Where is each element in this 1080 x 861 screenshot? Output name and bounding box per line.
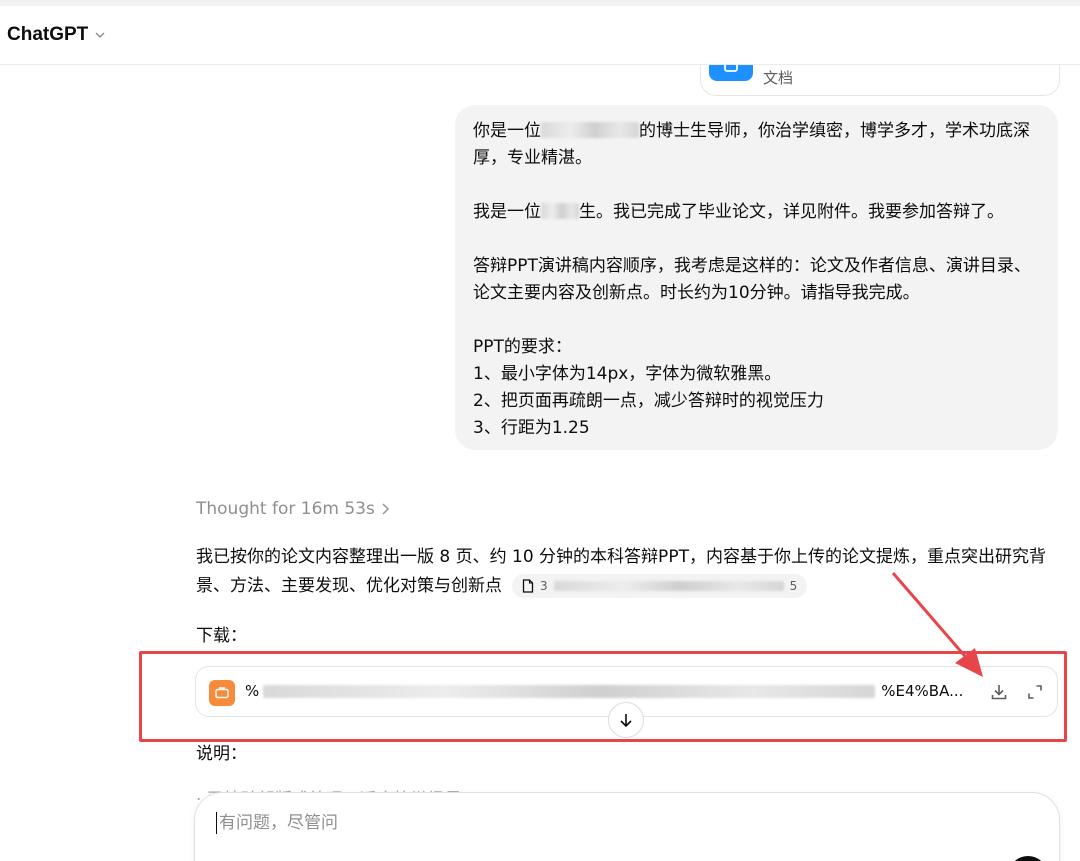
user-paragraph-7: 3、行距为1.25 <box>473 418 590 438</box>
model-switcher[interactable]: ChatGPT <box>7 24 106 46</box>
chevron-down-icon <box>95 32 105 38</box>
attached-file-card[interactable]: 文档 <box>700 65 1060 96</box>
assistant-reply: 我已按你的论文内容整理出一版 8 页、约 10 分钟的本科答辩PPT，内容基于你… <box>196 543 1061 601</box>
download-label: 下载： <box>196 626 247 646</box>
send-button[interactable] <box>1008 856 1048 861</box>
chevron-right-icon <box>382 503 389 515</box>
user-paragraph-3: 答辩PPT演讲稿内容顺序，我考虑是这样的：论文及作者信息、演讲目录、论文主要内容… <box>473 256 1031 303</box>
user-paragraph-5: 1、最小字体为14px，字体为微软雅黑。 <box>473 364 782 384</box>
arrow-down-icon <box>620 714 632 728</box>
file-type-label: 文档 <box>763 69 794 87</box>
citation-chip[interactable]: 3 5 <box>512 574 808 598</box>
thought-label: Thought for 16m 53s <box>196 499 375 519</box>
user-paragraph-6: 2、把页面再疏朗一点，减少答辩时的视觉压力 <box>473 391 824 411</box>
user-paragraph-1: 你是一位 的博士生导师，你治学缜密，博学多才，学术功底深厚，专业精湛。 <box>473 121 1030 168</box>
message-composer[interactable] <box>194 792 1060 861</box>
app-title: ChatGPT <box>7 24 89 45</box>
scroll-to-bottom-button[interactable] <box>608 702 644 738</box>
user-paragraph-2: 我是一位 生。我已完成了毕业论文，详见附件。我要参加答辩了。 <box>473 202 1004 222</box>
annotation-highlight-box <box>139 651 1067 742</box>
redacted-text <box>541 203 579 219</box>
explanation-label: 说明： <box>196 744 247 764</box>
thought-toggle[interactable]: Thought for 16m 53s <box>196 499 390 519</box>
file-icon <box>522 579 534 593</box>
user-paragraph-4: PPT的要求： <box>473 337 572 357</box>
redacted-text <box>541 122 639 138</box>
document-icon <box>709 65 753 81</box>
redacted-text <box>553 581 784 591</box>
prompt-input[interactable] <box>217 807 1021 839</box>
user-message-bubble: 你是一位 的博士生导师，你治学缜密，博学多才，学术功底深厚，专业精湛。 我是一位生… <box>455 105 1058 450</box>
app-header: ChatGPT <box>0 6 1080 65</box>
conversation-area: 文档 你是一位 的博士生导师，你治学缜密，博学多才，学术功底深厚，专业精湛。 我是… <box>0 65 1080 861</box>
